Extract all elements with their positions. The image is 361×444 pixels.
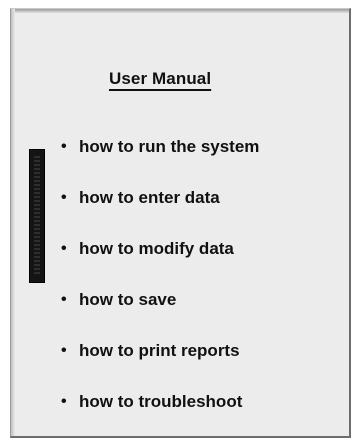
user-manual-panel: User Manual • how to run the system • ho… bbox=[10, 8, 351, 438]
topic-print-reports[interactable]: • how to print reports bbox=[61, 325, 259, 376]
topic-label: how to troubleshoot bbox=[79, 391, 243, 411]
topic-label: how to modify data bbox=[79, 238, 234, 258]
topic-troubleshoot[interactable]: • how to troubleshoot bbox=[61, 376, 259, 427]
topic-label: how to print reports bbox=[79, 340, 240, 360]
vertical-scrollbar[interactable] bbox=[29, 149, 45, 283]
bullet-icon: • bbox=[61, 392, 67, 410]
topic-enter-data[interactable]: • how to enter data bbox=[61, 172, 259, 223]
panel-top-edge bbox=[11, 9, 349, 13]
bullet-icon: • bbox=[61, 290, 67, 308]
topic-modify-data[interactable]: • how to modify data bbox=[61, 223, 259, 274]
bullet-icon: • bbox=[61, 341, 67, 359]
topic-label: how to save bbox=[79, 289, 177, 309]
topic-label: how to run the system bbox=[79, 136, 260, 156]
bullet-icon: • bbox=[61, 239, 67, 257]
topic-save[interactable]: • how to save bbox=[61, 274, 259, 325]
bullet-icon: • bbox=[61, 137, 67, 155]
manual-topic-list: • how to run the system • how to enter d… bbox=[61, 121, 259, 427]
topic-label: how to enter data bbox=[79, 187, 220, 207]
panel-left-shade bbox=[11, 9, 15, 436]
topic-run-system[interactable]: • how to run the system bbox=[61, 121, 259, 172]
bullet-icon: • bbox=[61, 188, 67, 206]
scrollbar-thumb-grip[interactable] bbox=[34, 156, 40, 276]
manual-title: User Manual bbox=[109, 69, 212, 88]
